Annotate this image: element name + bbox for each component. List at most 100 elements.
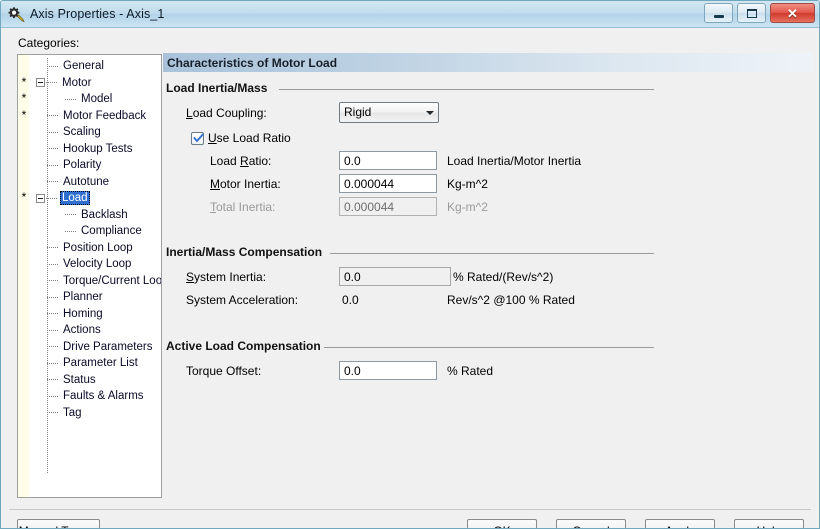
field-system-acceleration: System Acceleration: 0.0 Rev/s^2 @100 % … bbox=[166, 290, 813, 310]
load-coupling-select[interactable]: Rigid bbox=[339, 102, 439, 123]
load-ratio-input[interactable] bbox=[339, 151, 437, 170]
sidebar-item-motor[interactable]: * Motor bbox=[18, 75, 161, 92]
close-button[interactable]: ✕ bbox=[770, 3, 815, 23]
load-coupling-label: Load Coupling: bbox=[186, 106, 267, 120]
tree-connector-icon bbox=[47, 392, 60, 401]
ok-button[interactable]: OK bbox=[467, 519, 537, 528]
group-title: Active Load Compensation bbox=[166, 339, 321, 353]
sidebar-item-backlash[interactable]: Backlash bbox=[18, 207, 161, 224]
apply-button[interactable]: Apply bbox=[645, 519, 715, 529]
sidebar-item-torque-current-loop[interactable]: Torque/Current Loop bbox=[18, 273, 161, 290]
system-acceleration-value: 0.0 bbox=[342, 293, 359, 307]
maximize-icon bbox=[738, 4, 765, 22]
apply-mnemonic: A bbox=[665, 524, 673, 529]
torque-offset-label: Torque Offset: bbox=[186, 364, 262, 378]
maximize-button[interactable] bbox=[737, 3, 766, 23]
sidebar-item-drive-parameters[interactable]: Drive Parameters bbox=[18, 339, 161, 356]
sidebar-item-label: Homing bbox=[63, 307, 103, 320]
sidebar-item-tag[interactable]: Tag bbox=[18, 405, 161, 422]
categories-label: Categories: bbox=[18, 36, 80, 50]
tree-connector-icon bbox=[46, 78, 59, 87]
torque-offset-input[interactable] bbox=[339, 361, 437, 380]
tree-connector-icon bbox=[47, 326, 60, 335]
tree-connector-icon bbox=[47, 260, 60, 269]
tree-connector-icon bbox=[46, 194, 59, 203]
sidebar-item-label: Load bbox=[60, 191, 90, 206]
sidebar-item-label: Scaling bbox=[63, 126, 101, 139]
title-bar: Axis Properties - Axis_1 ✕ bbox=[1, 1, 819, 28]
sidebar-item-planner[interactable]: Planner bbox=[18, 289, 161, 306]
group-title: Load Inertia/Mass bbox=[166, 81, 268, 95]
tree-connector-icon bbox=[65, 210, 78, 219]
sidebar-item-scaling[interactable]: Scaling bbox=[18, 124, 161, 141]
sidebar-item-label: Motor bbox=[62, 76, 92, 89]
sidebar-item-status[interactable]: Status bbox=[18, 372, 161, 389]
total-inertia-unit: Kg-m^2 bbox=[447, 200, 488, 214]
tree-connector-icon bbox=[47, 161, 60, 170]
sidebar-item-label: Hookup Tests bbox=[63, 142, 133, 155]
footer-divider bbox=[9, 509, 811, 510]
gear-pencil-icon bbox=[7, 5, 25, 23]
axis-properties-dialog: Axis Properties - Axis_1 ✕ Categories: G… bbox=[0, 0, 820, 529]
tree-connector-icon bbox=[65, 227, 78, 236]
field-load-ratio: Load Ratio: Load Inertia/Motor Inertia bbox=[166, 151, 813, 171]
checkbox-box bbox=[191, 131, 204, 145]
collapse-toggle-icon[interactable] bbox=[36, 78, 45, 88]
sidebar-item-label: Motor Feedback bbox=[63, 109, 147, 122]
sidebar-item-load[interactable]: * Load bbox=[18, 190, 161, 207]
load-coupling-value: Rigid bbox=[344, 105, 372, 119]
sidebar-item-velocity-loop[interactable]: Velocity Loop bbox=[18, 256, 161, 273]
manual-tune-button[interactable]: Manual Tune... bbox=[17, 519, 100, 528]
tree-connector-icon bbox=[47, 276, 60, 285]
collapse-toggle-icon[interactable] bbox=[36, 193, 45, 203]
tree-connector-icon bbox=[47, 293, 60, 302]
sidebar-item-model[interactable]: * Model bbox=[18, 91, 161, 108]
torque-offset-unit: % Rated bbox=[447, 364, 494, 378]
tree-connector-icon bbox=[47, 177, 60, 186]
sidebar-item-hookup-tests[interactable]: Hookup Tests bbox=[18, 141, 161, 158]
tree-connector-icon bbox=[47, 62, 60, 71]
sidebar-item-actions[interactable]: Actions bbox=[18, 322, 161, 339]
help-button[interactable]: Help bbox=[734, 519, 804, 528]
sidebar-item-compliance[interactable]: Compliance bbox=[18, 223, 161, 240]
use-load-ratio-label: Use Load Ratio bbox=[208, 131, 291, 145]
minimize-button[interactable] bbox=[704, 3, 733, 23]
sidebar-item-general[interactable]: General bbox=[18, 58, 161, 75]
categories-tree-panel[interactable]: General * Motor * Model * Motor Feedback Scalin… bbox=[17, 54, 162, 498]
sidebar-item-faults-alarms[interactable]: Faults & Alarms bbox=[18, 388, 161, 405]
sidebar-item-autotune[interactable]: Autotune bbox=[18, 174, 161, 191]
sidebar-item-motor-feedback[interactable]: * Motor Feedback bbox=[18, 108, 161, 125]
tree-connector-icon bbox=[47, 375, 60, 384]
sidebar-item-label: General bbox=[63, 60, 104, 73]
system-inertia-label: System Inertia: bbox=[186, 270, 267, 284]
group-title: Inertia/Mass Compensation bbox=[166, 245, 323, 259]
tree-connector-icon bbox=[65, 95, 78, 104]
sidebar-item-homing[interactable]: Homing bbox=[18, 306, 161, 323]
total-inertia-label: Total Inertia: bbox=[210, 200, 276, 214]
field-system-inertia: System Inertia: % Rated/(Rev/s^2) bbox=[166, 267, 813, 287]
sidebar-item-polarity[interactable]: Polarity bbox=[18, 157, 161, 174]
sidebar-item-label: Parameter List bbox=[63, 357, 138, 370]
motor-inertia-input[interactable] bbox=[339, 174, 437, 193]
system-inertia-input[interactable] bbox=[339, 267, 451, 286]
field-load-coupling: Load Coupling: Rigid bbox=[166, 102, 813, 123]
tree-connector-icon bbox=[47, 144, 60, 153]
load-ratio-label: Load Ratio: bbox=[210, 154, 272, 168]
use-load-ratio-checkbox[interactable]: Use Load Ratio bbox=[191, 131, 291, 145]
tree-connector-icon bbox=[47, 309, 60, 318]
sidebar-item-label: Model bbox=[81, 93, 113, 106]
sidebar-item-position-loop[interactable]: Position Loop bbox=[18, 240, 161, 257]
cancel-button[interactable]: Cancel bbox=[556, 519, 626, 528]
motor-inertia-unit: Kg-m^2 bbox=[447, 177, 488, 191]
pane-header: Characteristics of Motor Load bbox=[163, 53, 813, 72]
check-icon bbox=[193, 133, 204, 142]
field-motor-inertia: Motor Inertia: Kg-m^2 bbox=[166, 174, 813, 194]
sidebar-item-parameter-list[interactable]: Parameter List bbox=[18, 355, 161, 372]
properties-pane: Characteristics of Motor Load Load Inert… bbox=[163, 53, 813, 499]
system-acceleration-label: System Acceleration: bbox=[186, 293, 299, 307]
categories-tree[interactable]: General * Motor * Model * Motor Feedback Scalin… bbox=[18, 58, 161, 421]
field-torque-offset: Torque Offset: % Rated bbox=[166, 361, 813, 381]
sidebar-item-label: Polarity bbox=[63, 159, 102, 172]
sidebar-item-label: Torque/Current Loop bbox=[63, 274, 162, 287]
dialog-content: Categories: General * Motor * Model * Motor Fe… bbox=[1, 28, 819, 529]
